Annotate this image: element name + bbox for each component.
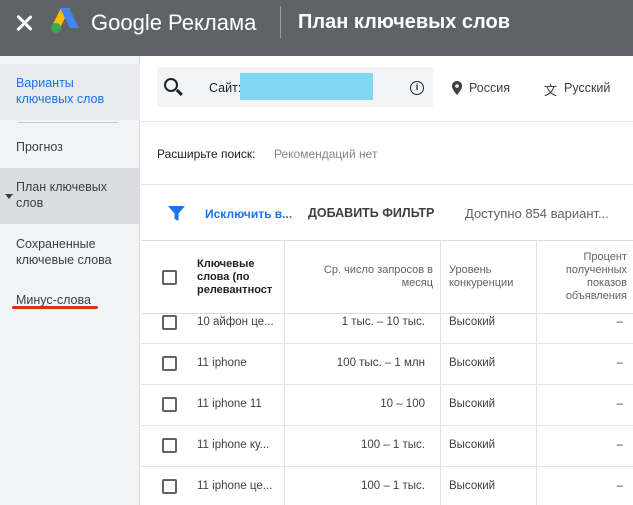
location-selector[interactable]: Россия <box>469 81 510 95</box>
expand-search-label: Расширьте поиск: <box>157 147 256 161</box>
main-content: Сайт: i Россия 文 Русский Расширьте поиск… <box>141 56 633 505</box>
filter-icon[interactable] <box>168 206 185 222</box>
share-cell: – <box>616 398 623 410</box>
sidebar-item-label: Сохраненные ключевые слова <box>16 237 112 267</box>
keyword-cell: 11 iphone <box>197 357 247 369</box>
location-pin-icon[interactable] <box>452 81 462 95</box>
share-cell: – <box>616 439 623 451</box>
close-icon[interactable] <box>13 12 35 34</box>
sidebar-item-saved-keywords[interactable]: Сохраненные ключевые слова <box>0 236 140 276</box>
language-selector[interactable]: Русский <box>564 81 610 95</box>
volume-cell: 100 – 1 тыс. <box>360 480 425 492</box>
volume-cell: 1 тыс. – 10 тыс. <box>341 316 425 328</box>
sidebar-divider <box>18 122 118 123</box>
sidebar: Варианты ключевых слов Прогноз План ключ… <box>0 56 140 505</box>
row-divider <box>141 425 633 426</box>
share-cell: – <box>616 316 623 328</box>
sidebar-item-forecast[interactable]: Прогноз <box>0 139 140 163</box>
sidebar-item-label: План ключевых слов <box>16 180 107 210</box>
select-all-checkbox[interactable] <box>162 270 177 285</box>
column-header-keyword[interactable]: Ключевые слова (по релевантност <box>197 258 279 297</box>
column-header-impression-share[interactable]: Процент полученных показов объявления <box>543 251 627 303</box>
divider <box>141 184 633 185</box>
share-cell: – <box>616 357 623 369</box>
row-checkbox[interactable] <box>162 479 177 494</box>
sidebar-item-keyword-plan[interactable]: План ключевых слов <box>0 168 140 224</box>
caret-down-icon <box>5 194 13 199</box>
brand-name: Google Реклама <box>91 10 257 35</box>
site-label: Сайт: <box>209 81 242 95</box>
google-ads-logo-icon <box>51 8 79 33</box>
sidebar-item-negative-keywords[interactable]: Минус-слова <box>0 292 140 312</box>
row-divider <box>141 384 633 385</box>
keyword-cell: 11 iphone ку... <box>197 439 270 451</box>
competition-cell: Высокий <box>449 398 496 410</box>
share-cell: – <box>616 480 623 492</box>
info-icon[interactable]: i <box>410 81 424 95</box>
volume-cell: 10 – 100 <box>380 398 425 410</box>
competition-cell: Высокий <box>449 480 496 492</box>
competition-cell: Высокий <box>449 357 496 369</box>
available-count: Доступно 854 вариант... <box>465 206 609 221</box>
exclude-filter-chip[interactable]: Исключить в... <box>205 207 292 221</box>
sidebar-item-keyword-ideas[interactable]: Варианты ключевых слов <box>0 64 140 120</box>
search-icon <box>164 78 178 92</box>
add-filter-button[interactable]: ДОБАВИТЬ ФИЛЬТР <box>308 206 434 220</box>
header-divider <box>280 6 281 38</box>
row-checkbox[interactable] <box>162 397 177 412</box>
keyword-cell: 11 iphone це... <box>197 480 273 492</box>
page-title: План ключевых слов <box>298 11 510 33</box>
keyword-cell: 10 айфон це... <box>197 316 274 328</box>
sidebar-item-label: Прогноз <box>16 140 63 154</box>
volume-cell: 100 – 1 тыс. <box>360 439 425 451</box>
row-checkbox[interactable] <box>162 438 177 453</box>
row-divider <box>141 343 633 344</box>
expand-search-value: Рекомендаций нет <box>274 147 378 161</box>
keyword-cell: 11 iphone 11 <box>197 398 262 410</box>
row-checkbox[interactable] <box>162 356 177 371</box>
sidebar-item-label: Минус-слова <box>16 293 91 307</box>
column-header-competition[interactable]: Уровень конкуренции <box>449 264 531 290</box>
annotation-underline <box>12 306 98 309</box>
sidebar-item-label: Варианты ключевых слов <box>16 76 105 106</box>
translate-icon[interactable]: 文 <box>544 80 557 99</box>
column-header-volume[interactable]: Ср. число запросов в месяц <box>299 264 433 290</box>
divider <box>141 121 633 122</box>
competition-cell: Высокий <box>449 439 496 451</box>
row-divider <box>141 466 633 467</box>
volume-cell: 100 тыс. – 1 млн <box>336 357 425 369</box>
row-checkbox[interactable] <box>162 315 177 330</box>
competition-cell: Высокий <box>449 316 496 328</box>
site-input-redacted[interactable] <box>240 73 373 100</box>
top-bar: Google Реклама План ключевых слов <box>0 0 633 56</box>
